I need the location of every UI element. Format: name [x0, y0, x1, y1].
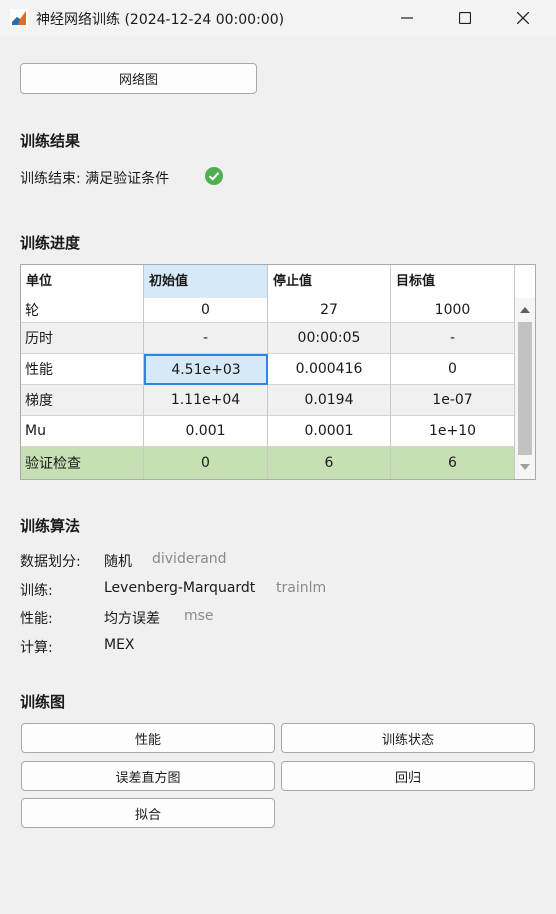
table-cell[interactable]: 1.11e+04 [144, 385, 268, 416]
minimize-icon [401, 17, 413, 19]
algorithm-value: 均方误差 [104, 611, 160, 627]
algorithms-heading: 训练算法 [20, 517, 81, 535]
header-unit[interactable]: 单位 [21, 265, 144, 298]
table-header: 单位 初始值 停止值 目标值 [21, 265, 535, 299]
scroll-down-arrow-icon[interactable] [520, 464, 530, 471]
maximize-button[interactable] [442, 0, 488, 36]
progress-heading: 训练进度 [20, 234, 81, 252]
table-cell[interactable]: 6 [268, 447, 391, 479]
table-row: 性能 4.51e+03 0.000416 0 [21, 354, 515, 385]
table-cell[interactable]: 1e-07 [391, 385, 515, 416]
table-row: 轮 0 27 1000 [21, 298, 515, 323]
table-cell[interactable]: 0 [144, 447, 268, 479]
table-cell[interactable]: 27 [268, 298, 391, 323]
table-cell[interactable]: 轮 [21, 298, 144, 323]
table-cell[interactable]: 历时 [21, 323, 144, 354]
table-cell[interactable]: 00:00:05 [268, 323, 391, 354]
table-cell[interactable]: 0 [391, 354, 515, 385]
algorithm-value: Levenberg-Marquardt [104, 580, 256, 596]
table-cell[interactable]: - [391, 323, 515, 354]
window-title: 神经网络训练 (2024-12-24 00:00:00) [36, 12, 285, 28]
scrollbar-thumb[interactable] [518, 322, 532, 455]
table-row: 历时 - 00:00:05 - [21, 323, 515, 354]
table-cell[interactable]: 6 [391, 447, 515, 479]
plots-heading: 训练图 [20, 693, 66, 711]
table-cell[interactable]: 0.0194 [268, 385, 391, 416]
training-status-text: 训练结束: 满足验证条件 [20, 171, 170, 187]
algorithm-label: 数据划分: [20, 554, 81, 570]
minimize-button[interactable] [384, 0, 430, 36]
regression-plot-button[interactable]: 回归 [281, 761, 535, 791]
network-diagram-button[interactable]: 网络图 [20, 63, 257, 94]
table-row: Mu 0.001 0.0001 1e+10 [21, 416, 515, 447]
progress-table: 单位 初始值 停止值 目标值 轮 0 27 1000 历时 - 00:00:05… [20, 264, 536, 480]
table-cell[interactable]: Mu [21, 416, 144, 447]
algorithm-code: mse [184, 608, 214, 624]
table-cell[interactable]: 1000 [391, 298, 515, 323]
maximize-icon [459, 12, 471, 24]
algorithm-code: dividerand [152, 551, 227, 567]
table-cell[interactable]: 0.0001 [268, 416, 391, 447]
algorithm-value: MEX [104, 637, 135, 653]
title-bar: 神经网络训练 (2024-12-24 00:00:00) [0, 0, 556, 36]
table-cell[interactable]: - [144, 323, 268, 354]
close-button[interactable] [500, 0, 546, 36]
selected-table-cell[interactable]: 4.51e+03 [144, 354, 268, 385]
results-heading: 训练结果 [20, 132, 81, 150]
algorithm-label: 性能: [20, 611, 53, 627]
table-cell[interactable]: 0.000416 [268, 354, 391, 385]
matlab-icon [10, 9, 28, 27]
header-stop[interactable]: 停止值 [268, 265, 391, 298]
success-check-icon [205, 167, 223, 185]
table-cell[interactable]: 梯度 [21, 385, 144, 416]
performance-plot-button[interactable]: 性能 [21, 723, 275, 753]
algorithm-label: 计算: [20, 640, 53, 656]
table-cell[interactable]: 0.001 [144, 416, 268, 447]
table-cell[interactable]: 性能 [21, 354, 144, 385]
table-row: 梯度 1.11e+04 0.0194 1e-07 [21, 385, 515, 416]
algorithm-label: 训练: [20, 583, 53, 599]
table-scrollbar[interactable] [515, 298, 535, 479]
validation-row: 验证检查 0 6 6 [21, 447, 515, 479]
table-cell[interactable]: 验证检查 [21, 447, 144, 479]
fit-plot-button[interactable]: 拟合 [21, 798, 275, 828]
table-cell[interactable]: 0 [144, 298, 268, 323]
scroll-up-arrow-icon[interactable] [520, 306, 530, 313]
error-histogram-button[interactable]: 误差直方图 [21, 761, 275, 791]
algorithm-code: trainlm [276, 580, 327, 596]
header-target[interactable]: 目标值 [391, 265, 515, 298]
algorithm-value: 随机 [104, 554, 132, 570]
close-icon [517, 12, 529, 24]
table-cell[interactable]: 1e+10 [391, 416, 515, 447]
training-state-plot-button[interactable]: 训练状态 [281, 723, 535, 753]
header-initial[interactable]: 初始值 [144, 265, 268, 298]
